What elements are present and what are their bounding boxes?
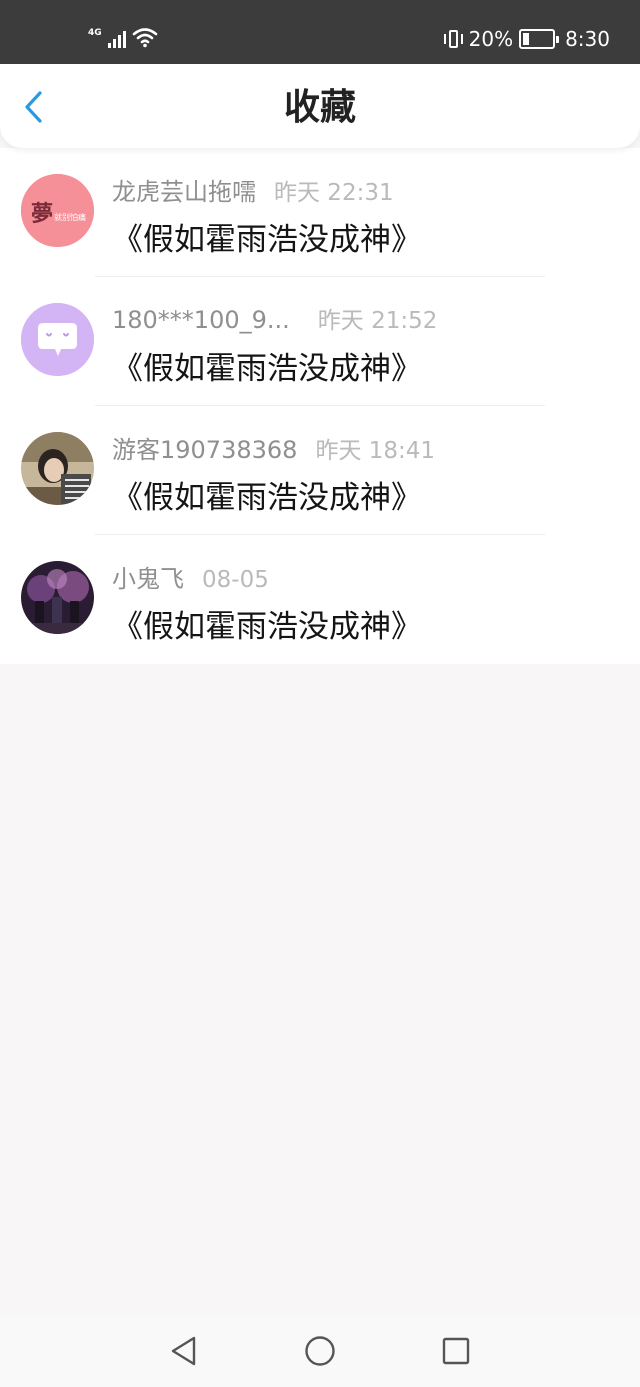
battery-charging-icon: ⚡ bbox=[519, 29, 560, 49]
timestamp: 08-05 bbox=[202, 567, 269, 593]
back-triangle-icon[interactable] bbox=[168, 1335, 200, 1367]
recents-square-icon[interactable] bbox=[440, 1335, 472, 1367]
user-name: 游客190738368 bbox=[112, 436, 298, 464]
list-item[interactable]: 180***100_9... 昨天 21:52 《假如霍雨浩没成神》 bbox=[0, 277, 640, 406]
list-item[interactable]: 游客190738368 昨天 18:41 《假如霍雨浩没成神》 bbox=[0, 406, 640, 535]
home-circle-icon[interactable] bbox=[304, 1335, 336, 1367]
network-type: 4G bbox=[88, 28, 102, 38]
avatar-image: 夢 就别怕痛 bbox=[21, 174, 94, 247]
network-indicators: 4G bbox=[88, 26, 158, 48]
avatar-badge: 夢 bbox=[31, 202, 53, 227]
book-title: 《假如霍雨浩没成神》 bbox=[112, 222, 422, 258]
system-nav-bar bbox=[0, 1315, 640, 1387]
timestamp: 昨天 18:41 bbox=[315, 438, 436, 464]
avatar-caption: 就别怕痛 bbox=[54, 212, 86, 222]
avatar bbox=[21, 303, 94, 376]
book-title: 《假如霍雨浩没成神》 bbox=[112, 480, 422, 516]
avatar: 夢 就别怕痛 bbox=[21, 174, 94, 247]
signal-icon bbox=[107, 28, 126, 48]
user-name: 180***100_9... bbox=[112, 306, 290, 334]
vibrate-icon bbox=[443, 29, 463, 49]
app-header: 收藏 bbox=[0, 64, 640, 148]
chat-bubble-icon bbox=[21, 303, 94, 376]
avatar-photo bbox=[21, 561, 94, 634]
user-name: 龙虎芸山拖嚅 bbox=[112, 178, 256, 206]
page-title: 收藏 bbox=[283, 87, 356, 128]
list-item[interactable]: 夢 就别怕痛 龙虎芸山拖嚅 昨天 22:31 《假如霍雨浩没成神》 bbox=[0, 148, 640, 277]
clock: 8:30 bbox=[565, 27, 610, 51]
timestamp: 昨天 22:31 bbox=[274, 180, 394, 206]
system-indicators: 20% ⚡ 8:30 bbox=[443, 28, 610, 50]
book-title: 《假如霍雨浩没成神》 bbox=[112, 609, 422, 645]
avatar bbox=[21, 561, 94, 634]
user-name: 小鬼飞 bbox=[112, 565, 184, 593]
avatar bbox=[21, 432, 94, 505]
favorites-list: 夢 就别怕痛 龙虎芸山拖嚅 昨天 22:31 《假如霍雨浩没成神》 180***… bbox=[0, 148, 640, 664]
status-bar: 4G 20% ⚡ 8:30 bbox=[0, 0, 640, 64]
list-item[interactable]: 小鬼飞 08-05 《假如霍雨浩没成神》 bbox=[0, 535, 640, 664]
avatar-photo bbox=[21, 432, 94, 505]
battery-percent: 20% bbox=[468, 27, 514, 51]
timestamp: 昨天 21:52 bbox=[317, 308, 438, 334]
book-title: 《假如霍雨浩没成神》 bbox=[112, 351, 422, 387]
wifi-icon bbox=[132, 28, 157, 48]
